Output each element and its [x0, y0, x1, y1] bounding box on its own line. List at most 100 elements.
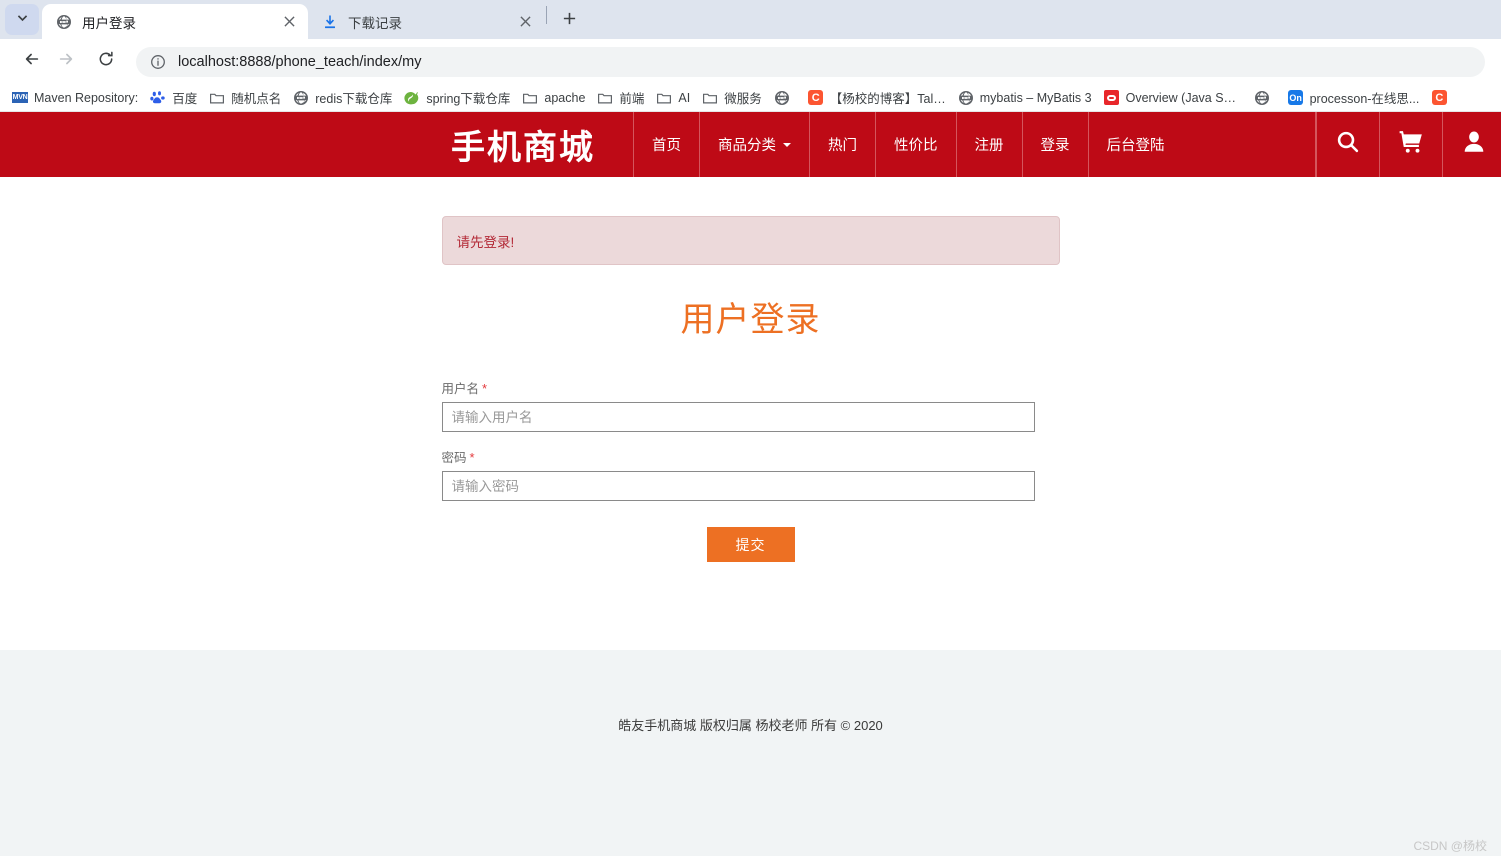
- nav-item-hot[interactable]: 热门: [810, 112, 876, 177]
- tab-strip: 用户登录 下载记录: [0, 0, 1501, 39]
- bookmark-folder-random-roll[interactable]: 随机点名: [203, 86, 287, 110]
- nav-item-value[interactable]: 性价比: [876, 112, 957, 177]
- tab-title: 下载记录: [348, 15, 402, 31]
- bookmark-processon[interactable]: On processon-在线思...: [1282, 86, 1426, 110]
- csdn-icon: C: [808, 90, 824, 106]
- folder-icon: [656, 90, 672, 106]
- submit-row: 提交: [442, 527, 1060, 562]
- web-page: 手机商城 首页 商品分类 热门 性价比 注册 登录 后台登陆 请先登录! 用户登…: [0, 112, 1501, 856]
- back-button[interactable]: [16, 46, 48, 78]
- tab-title: 用户登录: [82, 15, 136, 31]
- site-footer: 皓友手机商城 版权归属 杨校老师 所有 © 2020: [0, 650, 1501, 856]
- spring-icon: [404, 90, 420, 106]
- nav-item-register[interactable]: 注册: [957, 112, 1023, 177]
- nav-item-login[interactable]: 登录: [1023, 112, 1089, 177]
- address-bar-url: localhost:8888/phone_teach/index/my: [178, 53, 422, 70]
- bookmark-label: Overview (Java SE...: [1125, 90, 1242, 105]
- footer-copyright: 皓友手机商城 版权归属 杨校老师 所有 © 2020: [618, 718, 883, 733]
- bookmark-label: Maven Repository:: [34, 90, 139, 105]
- site-brand[interactable]: 手机商城: [0, 112, 634, 177]
- bookmarks-bar: MVN Maven Repository: 百度 随机点名 redis下载仓库: [0, 84, 1501, 112]
- tab-search-button[interactable]: [5, 4, 39, 35]
- globe-icon: [56, 14, 72, 30]
- password-label-text: 密码: [441, 451, 467, 465]
- bookmark-label: 微服务: [724, 92, 762, 106]
- site-nav-icons: [1315, 112, 1501, 177]
- bookmark-baidu[interactable]: 百度: [144, 86, 203, 110]
- browser-tab-downloads[interactable]: 下载记录: [308, 4, 544, 39]
- alert-text: 请先登录!: [456, 234, 515, 250]
- username-label: 用户名 *: [442, 378, 1060, 397]
- bookmark-unnamed-globe-2[interactable]: [1248, 86, 1282, 110]
- bookmark-unnamed-globe-1[interactable]: [768, 86, 802, 110]
- nav-item-admin-login[interactable]: 后台登陆: [1089, 112, 1315, 177]
- submit-button[interactable]: 提交: [706, 527, 795, 562]
- site-navbar: 手机商城 首页 商品分类 热门 性价比 注册 登录 后台登陆: [0, 112, 1501, 177]
- username-label-text: 用户名: [441, 382, 480, 396]
- bookmark-label: mybatis – MyBatis 3: [979, 90, 1092, 105]
- chevron-down-icon: [16, 11, 29, 29]
- site-nav-items: 首页 商品分类 热门 性价比 注册 登录 后台登陆: [634, 112, 1316, 177]
- browser-toolbar: localhost:8888/phone_teach/index/my: [0, 39, 1501, 84]
- bookmark-maven-repository[interactable]: MVN Maven Repository:: [6, 86, 144, 110]
- alert-message: 请先登录!: [441, 216, 1060, 265]
- bookmark-csdn-blog[interactable]: C 【杨校的博客】Talk...: [802, 86, 952, 110]
- login-form: 用户名* 密码* 提交: [441, 378, 1060, 562]
- nav-item-label: 性价比: [894, 138, 938, 154]
- bookmark-folder-frontend[interactable]: 前端: [591, 86, 650, 110]
- login-container: 请先登录! 用户登录 用户名* 密码* 提交: [441, 177, 1060, 562]
- plus-icon: [562, 11, 577, 31]
- bookmark-java-se-overview[interactable]: Overview (Java SE...: [1098, 86, 1248, 110]
- nav-item-label: 注册: [974, 138, 1004, 154]
- cart-button[interactable]: [1378, 112, 1442, 177]
- reload-button[interactable]: [90, 46, 122, 78]
- bookmark-overflow-partial[interactable]: C: [1425, 86, 1459, 110]
- maven-icon: MVN: [12, 92, 28, 103]
- nav-item-label: 首页: [652, 138, 681, 154]
- username-input[interactable]: [441, 402, 1035, 432]
- baidu-icon: [150, 90, 166, 106]
- bookmark-label: redis下载仓库: [315, 92, 393, 106]
- csdn-icon: C: [1431, 90, 1447, 106]
- bookmark-spring[interactable]: spring下载仓库: [398, 86, 516, 110]
- page-content: 请先登录! 用户登录 用户名* 密码* 提交: [0, 177, 1501, 650]
- info-circle-icon[interactable]: [150, 54, 166, 70]
- bookmark-label: 【杨校的博客】Talk...: [829, 92, 946, 106]
- nav-item-label: 后台登陆: [1106, 138, 1165, 154]
- forward-button[interactable]: [50, 46, 82, 78]
- chevron-down-icon: [783, 142, 791, 147]
- bookmark-folder-ai[interactable]: AI: [650, 86, 696, 110]
- folder-icon: [209, 90, 225, 106]
- reload-icon: [97, 50, 115, 73]
- user-icon: [1461, 129, 1487, 160]
- bookmark-redis[interactable]: redis下载仓库: [287, 86, 398, 110]
- search-icon: [1335, 129, 1361, 160]
- bookmark-folder-apache[interactable]: apache: [516, 86, 591, 110]
- download-icon: [322, 14, 338, 30]
- bookmark-mybatis[interactable]: mybatis – MyBatis 3: [952, 86, 1098, 110]
- address-bar[interactable]: localhost:8888/phone_teach/index/my: [136, 46, 1485, 77]
- password-field-block: 密码 *: [441, 447, 1060, 501]
- nav-item-categories[interactable]: 商品分类: [700, 112, 810, 177]
- folder-icon: [702, 90, 718, 106]
- folder-icon: [597, 90, 613, 106]
- bookmark-folder-microservice[interactable]: 微服务: [696, 86, 768, 110]
- search-button[interactable]: [1315, 112, 1379, 177]
- globe-icon: [774, 90, 790, 106]
- globe-icon: [293, 90, 309, 106]
- browser-tab-active[interactable]: 用户登录: [42, 4, 308, 39]
- new-tab-button[interactable]: [554, 6, 584, 36]
- username-field-block: 用户名 *: [441, 378, 1060, 432]
- tab-divider: [546, 6, 547, 24]
- user-account-button[interactable]: [1441, 112, 1501, 177]
- password-input[interactable]: [441, 471, 1035, 501]
- bookmark-label: AI: [678, 90, 691, 105]
- nav-item-label: 登录: [1040, 138, 1070, 154]
- page-title: 用户登录: [680, 301, 821, 339]
- bookmark-label: spring下载仓库: [426, 92, 511, 106]
- bookmark-label: processon-在线思...: [1309, 92, 1420, 106]
- close-icon[interactable]: [278, 11, 300, 33]
- required-marker: *: [469, 450, 475, 465]
- close-icon[interactable]: [514, 11, 536, 33]
- nav-item-home[interactable]: 首页: [634, 112, 700, 177]
